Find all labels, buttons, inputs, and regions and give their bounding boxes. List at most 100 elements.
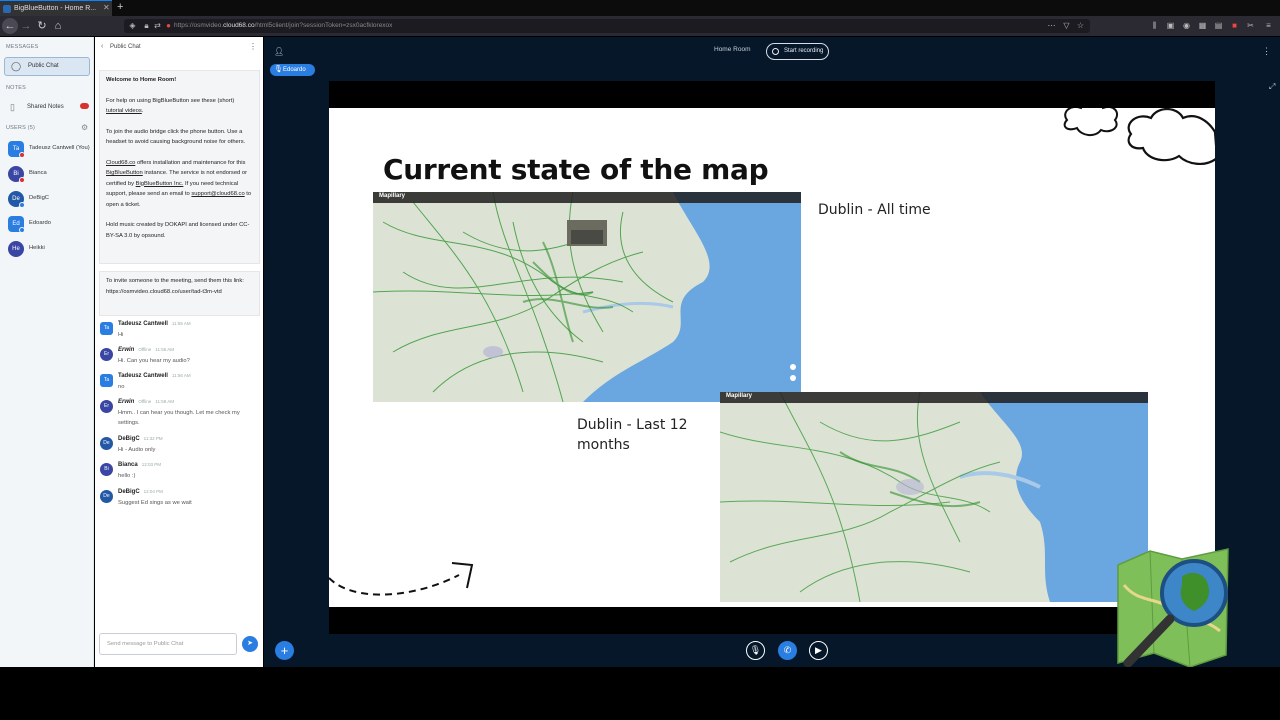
notes-icon: ▯ bbox=[10, 102, 15, 112]
pocket-icon[interactable]: ▽ bbox=[1062, 21, 1071, 30]
bookmark-star-icon[interactable]: ☆ bbox=[1076, 21, 1085, 30]
mute-microphone-button[interactable]: 🎙︎ bbox=[746, 641, 765, 660]
user-name: Tadeusz Cantwell (You) bbox=[29, 145, 90, 151]
new-tab-icon[interactable]: + bbox=[117, 1, 123, 13]
message-text: Suggest Ed sings as we wait bbox=[118, 500, 192, 506]
browser-tab[interactable]: BigBlueButton - Home R... bbox=[0, 0, 112, 16]
user-item[interactable]: He Heikki bbox=[8, 241, 92, 259]
message-time: 11:58 AM bbox=[155, 399, 174, 404]
camera-active-icon[interactable]: ● bbox=[164, 21, 173, 30]
permissions-icon[interactable]: ⇄ bbox=[153, 21, 162, 30]
user-item[interactable]: Ta Tadeusz Cantwell (You) bbox=[8, 141, 92, 159]
user-item[interactable]: Bi Bianca bbox=[8, 166, 92, 184]
tab-title: BigBlueButton - Home R... bbox=[14, 5, 97, 12]
send-message-button[interactable]: ➤ bbox=[242, 636, 258, 652]
cloud68-link[interactable]: Cloud68.co bbox=[106, 160, 135, 166]
more-options-icon[interactable]: ⋯ bbox=[1047, 21, 1056, 30]
bigbluebutton-inc-link[interactable]: BigBlueButton Inc. bbox=[136, 181, 184, 187]
user-name: DeBigC bbox=[29, 195, 49, 201]
message-time: 11:32 PM bbox=[143, 436, 163, 441]
chat-bubble-icon: ◯ bbox=[11, 61, 22, 71]
tutorial-videos-link[interactable]: tutorial videos bbox=[106, 108, 142, 114]
label-dublin-last-12-months: Dublin - Last 12 months bbox=[577, 417, 688, 453]
settings-gear-icon[interactable]: ⚙ bbox=[81, 123, 88, 132]
cloud-doodle-icon bbox=[1063, 108, 1215, 165]
message-time: 11:55 AM bbox=[171, 321, 191, 326]
home-icon[interactable]: ⌂ bbox=[50, 18, 66, 34]
sender-name: DeBigC bbox=[118, 489, 140, 495]
notes-header: NOTES bbox=[6, 85, 26, 91]
avatar: Ta bbox=[100, 322, 113, 335]
reload-icon[interactable]: ↻ bbox=[34, 18, 50, 34]
message-text: Hi - Audio only bbox=[118, 447, 156, 453]
back-icon[interactable]: ← bbox=[2, 18, 18, 34]
shared-notes-nav-item[interactable]: ▯ Shared Notes bbox=[4, 100, 90, 114]
chevron-left-icon[interactable]: ‹ bbox=[101, 43, 103, 50]
room-name: Home Room bbox=[714, 46, 751, 53]
user-item[interactable]: De DeBigC bbox=[8, 191, 92, 209]
message-text: Hi. Can you hear my audio? bbox=[118, 358, 190, 364]
phone-icon: ✆ bbox=[783, 645, 792, 655]
fullscreen-icon[interactable]: ⤢ bbox=[1269, 82, 1275, 92]
message-time: 12:03 PM bbox=[141, 462, 161, 467]
user-item[interactable]: Ed Edoardo bbox=[8, 216, 92, 234]
addon-badge-icon[interactable]: ■ bbox=[1230, 21, 1239, 30]
user-name: Edoardo bbox=[29, 220, 51, 226]
bigbluebutton-link[interactable]: BigBlueButton bbox=[106, 170, 143, 176]
user-icon[interactable]: 👤︎ bbox=[274, 47, 284, 56]
extension-icon[interactable]: ▤ bbox=[1214, 21, 1223, 30]
chat-message: De DeBigC 12:04 PM Suggest Ed sings as we w… bbox=[99, 489, 259, 514]
sidebar-icon[interactable]: ▣ bbox=[1166, 21, 1175, 30]
library-icon[interactable]: ⫼ bbox=[1150, 21, 1159, 30]
actions-plus-button[interactable]: + bbox=[275, 641, 294, 660]
chat-sender: Erwin Offline 11:56 AM bbox=[118, 347, 174, 353]
message-text: hello :) bbox=[118, 473, 136, 479]
message-text: Hmm.. I can hear you though. Let me chec… bbox=[118, 410, 240, 426]
screenshot-icon[interactable]: ✂ bbox=[1246, 21, 1255, 30]
mapillary-logo: Mapillary bbox=[726, 393, 753, 399]
sender-name: Erwin bbox=[118, 399, 135, 405]
support-email-link[interactable]: support@cloud68.co bbox=[191, 191, 244, 197]
chat-sender: Bianca 12:03 PM bbox=[118, 462, 161, 468]
avatar: Er bbox=[100, 348, 113, 361]
user-name: Heikki bbox=[29, 245, 45, 251]
user-list-panel bbox=[0, 37, 94, 667]
account-icon[interactable]: ◉ bbox=[1182, 21, 1191, 30]
chat-message: Er Erwin Offline 11:56 AM Hi. Can you hear m… bbox=[99, 347, 259, 372]
send-icon: ➤ bbox=[247, 640, 253, 647]
map-toolbar bbox=[373, 192, 801, 203]
map-dublin-last-12-months: Mapillary bbox=[720, 392, 1148, 602]
osm-magnifier-logo-icon bbox=[1117, 548, 1229, 668]
users-header: USERS (5) bbox=[6, 125, 35, 131]
chat-options-icon[interactable]: ⋮ bbox=[249, 42, 257, 51]
label-dublin-all-time: Dublin - All time bbox=[818, 202, 931, 218]
user-name: Bianca bbox=[29, 170, 47, 176]
options-menu-icon[interactable]: ⋮ bbox=[1262, 46, 1271, 57]
avatar: Ta bbox=[100, 374, 113, 387]
public-chat-nav-item[interactable]: ◯ Public Chat bbox=[4, 57, 90, 76]
extensions-grid-icon[interactable]: ▦ bbox=[1198, 21, 1207, 30]
message-text: Hi bbox=[118, 332, 124, 338]
avatar: He bbox=[8, 241, 24, 257]
chat-title: Public Chat bbox=[110, 44, 141, 50]
close-tab-icon[interactable]: ✕ bbox=[103, 3, 110, 12]
sender-name: DeBigC bbox=[118, 436, 140, 442]
welcome-message: Welcome to Home Room! For help on using … bbox=[99, 70, 260, 264]
lock-icon[interactable]: 🔒︎ bbox=[142, 21, 151, 30]
shield-icon[interactable]: ◈ bbox=[128, 21, 137, 30]
unread-notes-badge bbox=[80, 103, 89, 109]
status-dot bbox=[19, 152, 25, 158]
forward-icon[interactable]: → bbox=[18, 18, 34, 34]
leave-audio-button[interactable]: ✆ bbox=[778, 641, 797, 660]
start-recording-button[interactable]: Start recording bbox=[766, 43, 829, 60]
sender-status: Offline bbox=[138, 347, 152, 352]
plus-icon: + bbox=[280, 643, 289, 658]
sender-name: Erwin bbox=[118, 347, 135, 353]
avatar: Er bbox=[100, 400, 113, 413]
mapillary-logo: Mapillary bbox=[379, 193, 406, 199]
menu-icon[interactable]: ≡ bbox=[1264, 21, 1273, 30]
chat-message-input[interactable]: Send message to Public Chat bbox=[99, 633, 237, 655]
browser-tab-bar bbox=[0, 0, 1280, 16]
chat-message: Ta Tadeusz Cantwell 11:56 AM no bbox=[99, 373, 259, 398]
share-webcam-button[interactable]: ▶ bbox=[809, 641, 828, 660]
